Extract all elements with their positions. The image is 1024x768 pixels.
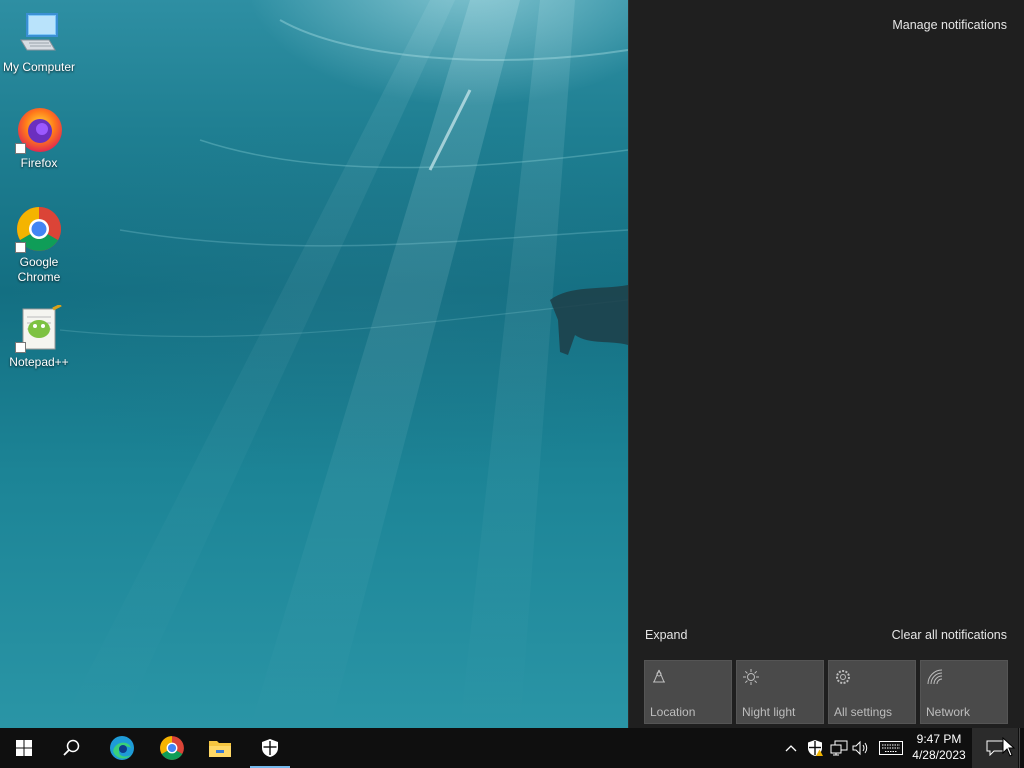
volume-icon bbox=[852, 740, 868, 756]
my-computer-icon bbox=[15, 10, 63, 58]
desktop-icon-label: Firefox bbox=[20, 156, 58, 170]
manage-notifications-link[interactable]: Manage notifications bbox=[892, 18, 1007, 32]
action-center-panel: Manage notifications Expand Clear all no… bbox=[628, 0, 1024, 728]
shortcut-arrow-icon bbox=[15, 242, 26, 253]
search-button[interactable] bbox=[48, 728, 96, 768]
shortcut-arrow-icon bbox=[15, 342, 26, 353]
taskbar-edge[interactable] bbox=[98, 728, 146, 768]
desktop-icon-notepadpp[interactable]: Notepad++ bbox=[1, 303, 77, 370]
start-button[interactable] bbox=[0, 728, 48, 768]
mouse-cursor-icon bbox=[1002, 737, 1016, 757]
desktop-icon-label: Notepad++ bbox=[9, 355, 69, 369]
search-icon bbox=[63, 739, 80, 756]
quick-action-label: All settings bbox=[834, 705, 893, 719]
settings-icon bbox=[836, 670, 850, 684]
start-icon bbox=[16, 740, 32, 756]
taskbar-file-explorer[interactable] bbox=[196, 728, 244, 768]
firefox-icon bbox=[15, 106, 63, 154]
desktop-wallpaper[interactable]: My Computer Firefox Google Chrome Notepa… bbox=[0, 0, 628, 728]
chevron-up-icon bbox=[785, 745, 797, 752]
clock-time: 9:47 PM bbox=[916, 732, 962, 746]
quick-action-label: Location bbox=[650, 705, 696, 719]
taskbar-chrome[interactable] bbox=[148, 728, 196, 768]
windows-security-warning-icon bbox=[808, 740, 823, 756]
quick-action-label: Night light bbox=[742, 705, 796, 719]
quick-action-network[interactable]: Network bbox=[920, 660, 1008, 724]
network-wired-icon bbox=[830, 740, 848, 756]
quick-action-night-light[interactable]: Night light bbox=[736, 660, 824, 724]
tray-network[interactable] bbox=[829, 738, 849, 758]
notepadpp-icon bbox=[15, 303, 63, 353]
expand-quick-actions-link[interactable]: Expand bbox=[645, 628, 687, 642]
file-explorer-icon bbox=[209, 741, 231, 757]
taskbar-clock[interactable]: 9:47 PM 4/28/2023 bbox=[908, 731, 970, 763]
show-desktop-button[interactable] bbox=[1019, 728, 1024, 768]
quick-action-label: Network bbox=[926, 705, 971, 719]
quick-action-location[interactable]: Location bbox=[644, 660, 732, 724]
security-icon bbox=[262, 739, 278, 757]
taskbar-windows-security[interactable] bbox=[246, 728, 294, 768]
quick-actions: Location Night light All settings Networ… bbox=[644, 660, 1008, 724]
desktop-icon-my-computer[interactable]: My Computer bbox=[1, 10, 77, 75]
location-icon bbox=[653, 669, 665, 683]
show-hidden-icons-button[interactable] bbox=[781, 738, 801, 758]
quick-action-all-settings[interactable]: All settings bbox=[828, 660, 916, 724]
tray-windows-security[interactable] bbox=[805, 738, 825, 758]
shortcut-arrow-icon bbox=[15, 143, 26, 154]
chrome-icon bbox=[15, 205, 63, 253]
desktop-icon-firefox[interactable]: Firefox bbox=[1, 106, 77, 171]
tray-touch-keyboard[interactable] bbox=[878, 738, 904, 758]
clear-all-notifications-link[interactable]: Clear all notifications bbox=[892, 628, 1007, 642]
tray-volume[interactable] bbox=[851, 738, 871, 758]
clock-date: 4/28/2023 bbox=[912, 748, 966, 762]
desktop-icon-label: Google Chrome bbox=[17, 255, 61, 284]
edge-icon bbox=[110, 736, 134, 760]
network-icon bbox=[927, 669, 943, 685]
chrome-icon bbox=[160, 736, 184, 760]
night-light-icon bbox=[743, 669, 759, 685]
desktop-icon-label: My Computer bbox=[2, 60, 76, 74]
keyboard-icon bbox=[879, 741, 903, 755]
taskbar: 9:47 PM 4/28/2023 bbox=[0, 728, 1024, 768]
wallpaper-light-rays bbox=[59, 0, 628, 728]
desktop-icon-google-chrome[interactable]: Google Chrome bbox=[1, 205, 77, 285]
